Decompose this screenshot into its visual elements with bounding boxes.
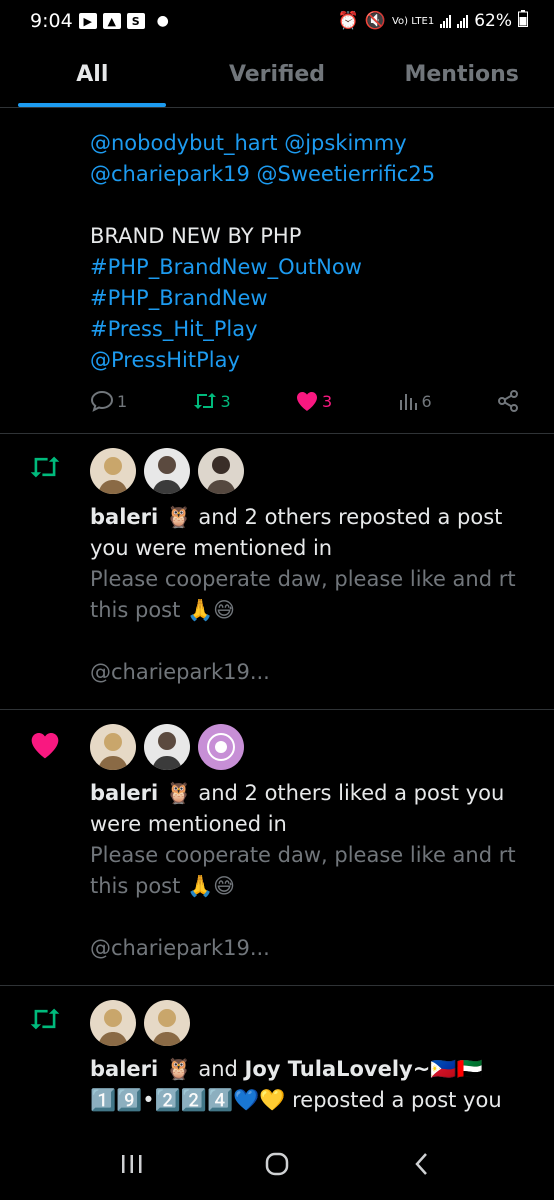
like-button[interactable]: 3 bbox=[295, 390, 332, 412]
signal-icon-2 bbox=[457, 14, 469, 28]
home-icon bbox=[265, 1152, 289, 1176]
avatar[interactable] bbox=[144, 1000, 190, 1046]
avatar[interactable] bbox=[144, 724, 190, 770]
view-count: 6 bbox=[421, 391, 432, 411]
repost-button[interactable]: 3 bbox=[192, 391, 231, 411]
status-bar: 9:04 ▶ ▲ S ● ⏰ 🔇 Vo) LTE1 62% bbox=[0, 0, 554, 42]
notification-item[interactable]: baleri 🦉 and 2 others reposted a post yo… bbox=[0, 434, 554, 710]
alarm-icon: ⏰ bbox=[337, 11, 359, 31]
mute-icon: 🔇 bbox=[364, 11, 386, 31]
recent-apps-button[interactable] bbox=[102, 1144, 162, 1184]
avatar[interactable] bbox=[90, 1000, 136, 1046]
wifi-icon: Vo) LTE1 bbox=[391, 15, 435, 27]
s-app-icon: S bbox=[126, 13, 145, 29]
status-left: 9:04 ▶ ▲ S ● bbox=[30, 10, 169, 32]
notification-action-text: reposted a post you bbox=[285, 1088, 502, 1112]
notification-text: baleri 🦉 and Joy TulaLovely~🇵🇭🇦🇪 bbox=[90, 1054, 530, 1085]
notification-tabs: All Verified Mentions bbox=[0, 42, 554, 108]
avatar-group bbox=[90, 724, 530, 770]
avatar[interactable] bbox=[90, 448, 136, 494]
repost-icon bbox=[30, 456, 60, 478]
hashtag-link[interactable]: #PHP_BrandNew bbox=[90, 283, 530, 314]
gallery-icon: ▲ bbox=[102, 13, 121, 29]
clock: 9:04 bbox=[30, 10, 73, 32]
notification-item[interactable]: baleri 🦉 and Joy TulaLovely~🇵🇭🇦🇪 1️⃣9️⃣•… bbox=[0, 986, 554, 1128]
user-name[interactable]: baleri 🦉 bbox=[90, 1057, 192, 1081]
notification-body: baleri 🦉 and Joy TulaLovely~🇵🇭🇦🇪 1️⃣9️⃣•… bbox=[90, 986, 554, 1128]
tab-verified[interactable]: Verified bbox=[185, 42, 370, 107]
reply-count: 1 bbox=[117, 391, 128, 411]
post-preview: Please cooperate daw, please like and rt… bbox=[90, 567, 516, 622]
back-icon bbox=[414, 1153, 427, 1175]
status-right: ⏰ 🔇 Vo) LTE1 62% bbox=[338, 10, 528, 32]
tab-all-label: All bbox=[76, 62, 109, 87]
hashtag-link[interactable]: #Press_Hit_Play bbox=[90, 314, 530, 345]
signal-icon bbox=[440, 14, 452, 28]
notification-feed[interactable]: @nobodybut_hart @jpskimmy @chariepark19 … bbox=[0, 108, 554, 1128]
notification-item[interactable]: baleri 🦉 and 2 others liked a post you w… bbox=[0, 710, 554, 986]
notification-dot-icon: ● bbox=[156, 13, 169, 29]
user-name-2-suffix: 1️⃣9️⃣•2️⃣2️⃣4️⃣💙💛 bbox=[90, 1088, 286, 1112]
post-handle: @chariepark19... bbox=[90, 936, 270, 960]
back-button[interactable] bbox=[392, 1144, 452, 1184]
avatar-group bbox=[90, 1000, 530, 1046]
home-button[interactable] bbox=[247, 1144, 307, 1184]
post-mentions-line[interactable]: @nobodybut_hart @jpskimmy bbox=[90, 128, 530, 159]
share-icon bbox=[498, 390, 518, 412]
avatar[interactable] bbox=[90, 724, 136, 770]
avatar[interactable] bbox=[198, 448, 244, 494]
reply-button[interactable]: 1 bbox=[90, 390, 127, 412]
repost-count: 3 bbox=[220, 391, 231, 411]
post-mentions-line[interactable]: @chariepark19 @Sweetierrific25 bbox=[90, 159, 530, 190]
heart-icon bbox=[297, 392, 317, 411]
mention-link[interactable]: @PressHitPlay bbox=[90, 345, 530, 376]
tab-mentions-label: Mentions bbox=[404, 62, 519, 87]
recent-apps-icon bbox=[122, 1155, 142, 1173]
system-navigation-bar bbox=[0, 1128, 554, 1200]
active-tab-indicator bbox=[18, 103, 166, 107]
heart-icon bbox=[31, 733, 59, 759]
views-icon bbox=[399, 394, 417, 410]
tab-mentions[interactable]: Mentions bbox=[369, 42, 554, 107]
notification-body: baleri 🦉 and 2 others liked a post you w… bbox=[90, 710, 554, 985]
user-name[interactable]: baleri 🦉 bbox=[90, 505, 192, 529]
notification-body: baleri 🦉 and 2 others reposted a post yo… bbox=[90, 434, 554, 709]
notification-text: baleri 🦉 and 2 others reposted a post yo… bbox=[90, 502, 530, 564]
notification-type-icon bbox=[0, 710, 90, 985]
notification-type-icon bbox=[0, 986, 90, 1128]
tab-all[interactable]: All bbox=[0, 42, 185, 107]
notification-text: baleri 🦉 and 2 others liked a post you w… bbox=[90, 778, 530, 840]
hashtag-link[interactable]: #PHP_BrandNew_OutNow bbox=[90, 252, 530, 283]
post-handle: @chariepark19... bbox=[90, 660, 270, 684]
notification-text-line2: 1️⃣9️⃣•2️⃣2️⃣4️⃣💙💛 reposted a post you bbox=[90, 1085, 530, 1116]
tab-verified-label: Verified bbox=[228, 62, 326, 87]
post-title: BRAND NEW BY PHP bbox=[90, 224, 302, 248]
repost-icon bbox=[193, 393, 216, 409]
notification-type-icon bbox=[0, 434, 90, 709]
avatar[interactable] bbox=[144, 448, 190, 494]
battery-icon bbox=[518, 10, 528, 32]
like-count: 3 bbox=[322, 391, 333, 411]
share-button[interactable] bbox=[496, 390, 520, 412]
post-preview: Please cooperate daw, please like and rt… bbox=[90, 843, 516, 898]
mention-post[interactable]: @nobodybut_hart @jpskimmy @chariepark19 … bbox=[0, 108, 554, 434]
reply-icon bbox=[90, 390, 114, 412]
user-name[interactable]: baleri 🦉 bbox=[90, 781, 192, 805]
battery-percent: 62% bbox=[474, 11, 512, 31]
notification-action-text: and bbox=[191, 1057, 245, 1081]
post-actions: 1 3 3 6 bbox=[90, 390, 530, 412]
avatar[interactable] bbox=[198, 724, 244, 770]
youtube-icon: ▶ bbox=[78, 13, 97, 29]
avatar-group bbox=[90, 448, 530, 494]
repost-icon bbox=[30, 1008, 60, 1030]
views-button[interactable]: 6 bbox=[397, 390, 432, 412]
user-name-2[interactable]: Joy TulaLovely~🇵🇭🇦🇪 bbox=[245, 1057, 483, 1081]
